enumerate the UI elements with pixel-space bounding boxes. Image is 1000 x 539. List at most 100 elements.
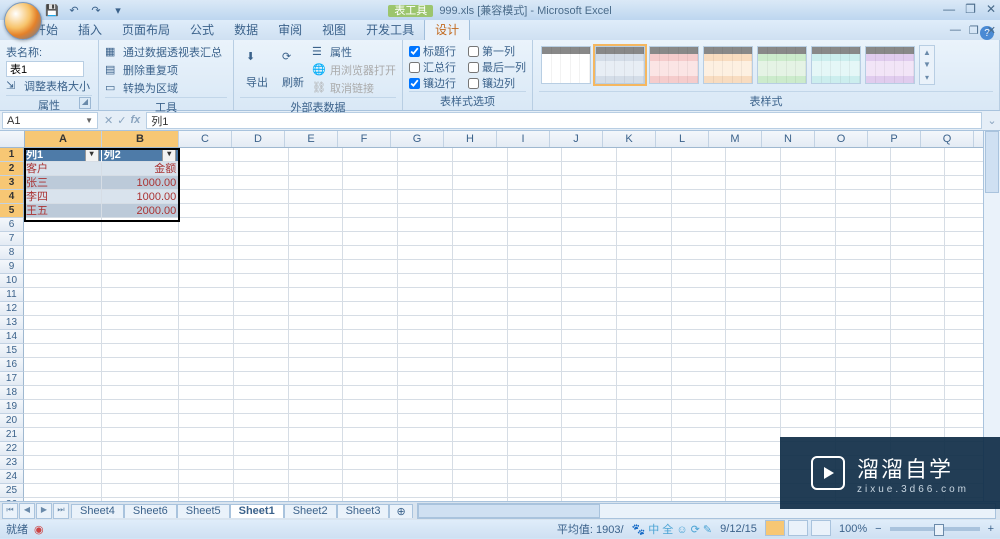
cell-G21[interactable]: [398, 428, 453, 442]
cell-H19[interactable]: [453, 400, 508, 414]
cell-A12[interactable]: [24, 302, 102, 316]
cell-F26[interactable]: [343, 498, 398, 501]
chk-total-row[interactable]: 汇总行: [409, 59, 456, 75]
cell-D6[interactable]: [234, 218, 289, 232]
cell-D10[interactable]: [234, 274, 289, 288]
cell-H7[interactable]: [453, 232, 508, 246]
cell-L2[interactable]: [672, 162, 727, 176]
cell-O12[interactable]: [836, 302, 891, 316]
cell-J21[interactable]: [562, 428, 617, 442]
col-header-K[interactable]: K: [603, 131, 656, 147]
cell-M17[interactable]: [726, 372, 781, 386]
cell-C11[interactable]: [179, 288, 234, 302]
cell-B20[interactable]: [102, 414, 180, 428]
cell-C9[interactable]: [179, 260, 234, 274]
cell-J13[interactable]: [562, 316, 617, 330]
cell-D1[interactable]: [234, 148, 289, 162]
cell-P20[interactable]: [891, 414, 946, 428]
cell-I19[interactable]: [508, 400, 563, 414]
cell-L17[interactable]: [672, 372, 727, 386]
cell-G7[interactable]: [398, 232, 453, 246]
cell-J6[interactable]: [562, 218, 617, 232]
cell-H26[interactable]: [453, 498, 508, 501]
cell-P1[interactable]: [891, 148, 946, 162]
cell-K19[interactable]: [617, 400, 672, 414]
cell-B6[interactable]: [102, 218, 180, 232]
cell-K22[interactable]: [617, 442, 672, 456]
cell-E21[interactable]: [289, 428, 344, 442]
cell-F7[interactable]: [343, 232, 398, 246]
cell-A10[interactable]: [24, 274, 102, 288]
cell-O15[interactable]: [836, 344, 891, 358]
row-header-8[interactable]: 8: [0, 246, 24, 260]
cell-E11[interactable]: [289, 288, 344, 302]
cell-H22[interactable]: [453, 442, 508, 456]
cell-P13[interactable]: [891, 316, 946, 330]
cell-A22[interactable]: [24, 442, 102, 456]
cell-A15[interactable]: [24, 344, 102, 358]
cell-H15[interactable]: [453, 344, 508, 358]
cell-J12[interactable]: [562, 302, 617, 316]
cell-E16[interactable]: [289, 358, 344, 372]
cell-C19[interactable]: [179, 400, 234, 414]
cell-D26[interactable]: [234, 498, 289, 501]
chk-banded-rows[interactable]: 镶边行: [409, 75, 456, 91]
cell-B2[interactable]: 金额: [102, 162, 180, 176]
cell-E8[interactable]: [289, 246, 344, 260]
cell-D5[interactable]: [234, 204, 289, 218]
cell-I26[interactable]: [508, 498, 563, 501]
cell-J23[interactable]: [562, 456, 617, 470]
cell-O3[interactable]: [836, 176, 891, 190]
cell-H12[interactable]: [453, 302, 508, 316]
cell-N1[interactable]: [781, 148, 836, 162]
cell-B4[interactable]: 1000.00: [102, 190, 180, 204]
cell-A18[interactable]: [24, 386, 102, 400]
cell-A9[interactable]: [24, 260, 102, 274]
row-header-19[interactable]: 19: [0, 400, 24, 414]
cell-K26[interactable]: [617, 498, 672, 501]
cell-G2[interactable]: [398, 162, 453, 176]
cell-F2[interactable]: [343, 162, 398, 176]
cell-C22[interactable]: [179, 442, 234, 456]
row-header-22[interactable]: 22: [0, 442, 24, 456]
cell-O9[interactable]: [836, 260, 891, 274]
cell-F9[interactable]: [343, 260, 398, 274]
cell-E26[interactable]: [289, 498, 344, 501]
sheet-tab-Sheet3[interactable]: Sheet3: [337, 504, 390, 518]
cell-M19[interactable]: [726, 400, 781, 414]
cell-I14[interactable]: [508, 330, 563, 344]
cell-J5[interactable]: [562, 204, 617, 218]
col-header-P[interactable]: P: [868, 131, 921, 147]
cell-N12[interactable]: [781, 302, 836, 316]
cell-G15[interactable]: [398, 344, 453, 358]
cell-C21[interactable]: [179, 428, 234, 442]
cell-L20[interactable]: [672, 414, 727, 428]
cell-I13[interactable]: [508, 316, 563, 330]
cell-I22[interactable]: [508, 442, 563, 456]
cell-J14[interactable]: [562, 330, 617, 344]
cell-F22[interactable]: [343, 442, 398, 456]
cell-H17[interactable]: [453, 372, 508, 386]
cell-H21[interactable]: [453, 428, 508, 442]
cell-G4[interactable]: [398, 190, 453, 204]
cell-O16[interactable]: [836, 358, 891, 372]
cell-E7[interactable]: [289, 232, 344, 246]
cell-N5[interactable]: [781, 204, 836, 218]
cell-N9[interactable]: [781, 260, 836, 274]
cell-C3[interactable]: [179, 176, 234, 190]
cell-P8[interactable]: [891, 246, 946, 260]
cell-H11[interactable]: [453, 288, 508, 302]
cell-D3[interactable]: [234, 176, 289, 190]
cell-L11[interactable]: [672, 288, 727, 302]
cell-E2[interactable]: [289, 162, 344, 176]
cell-D16[interactable]: [234, 358, 289, 372]
cell-B15[interactable]: [102, 344, 180, 358]
doc-restore-button[interactable]: ❐: [969, 24, 979, 37]
resize-table-button[interactable]: ⇲调整表格大小: [6, 77, 92, 95]
cell-I20[interactable]: [508, 414, 563, 428]
cell-D21[interactable]: [234, 428, 289, 442]
row-header-1[interactable]: 1: [0, 148, 24, 162]
zoom-in-icon[interactable]: +: [988, 523, 994, 535]
cell-A8[interactable]: [24, 246, 102, 260]
cell-A21[interactable]: [24, 428, 102, 442]
